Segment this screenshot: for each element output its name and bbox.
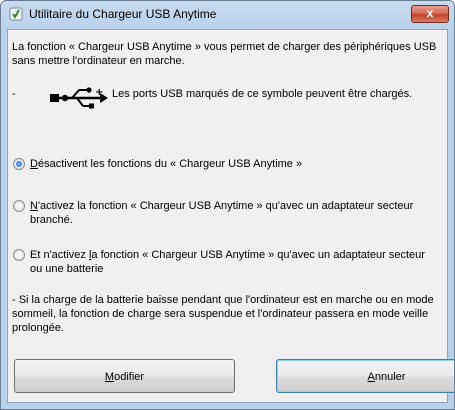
option-disable-label[interactable]: Désactivent les fonctions du « Chargeur … — [30, 157, 435, 171]
svg-text:+: + — [95, 87, 103, 98]
close-button[interactable]: x — [411, 5, 449, 23]
usb-icon: + — [50, 87, 108, 109]
title-bar[interactable]: Utilitaire du Chargeur USB Anytime x — [1, 1, 454, 29]
dialog-window: Utilitaire du Chargeur USB Anytime x La … — [0, 0, 455, 410]
usb-note-text: Les ports USB marqués de ce symbole peuv… — [112, 88, 413, 100]
intro-text: La fonction « Chargeur USB Anytime » vou… — [12, 41, 437, 67]
modify-button[interactable]: Modifier — [14, 359, 235, 393]
usb-note-dash: - — [12, 88, 16, 100]
radio-adapter-only[interactable] — [13, 200, 25, 212]
radio-disable[interactable] — [13, 158, 25, 170]
option-adapter-only-label[interactable]: N'activez la fonction « Chargeur USB Any… — [30, 199, 435, 227]
cancel-button[interactable]: Annuler — [276, 359, 454, 393]
app-icon — [9, 7, 23, 21]
battery-note: - Si la charge de la batterie baisse pen… — [12, 294, 434, 334]
dialog-content: La fonction « Chargeur USB Anytime » vou… — [7, 29, 454, 403]
window-title: Utilitaire du Chargeur USB Anytime — [29, 7, 217, 21]
radio-adapter-or-battery[interactable] — [13, 249, 25, 261]
option-adapter-or-battery-label[interactable]: Et n'activez la fonction « Chargeur USB … — [30, 248, 435, 276]
